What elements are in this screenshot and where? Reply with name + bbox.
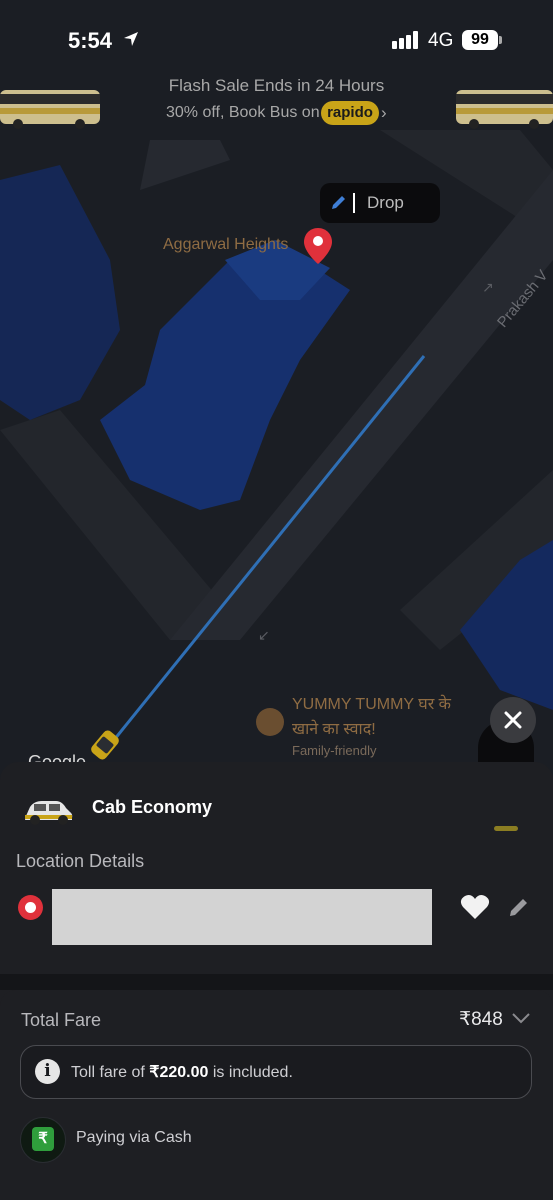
svg-text:↙: ↙ bbox=[258, 628, 270, 644]
location-address-field[interactable] bbox=[52, 889, 432, 945]
restaurant-label: YUMMY TUMMY घर के खाने का स्वाद! bbox=[292, 696, 451, 738]
rapido-logo: rapido bbox=[321, 101, 379, 125]
heart-icon[interactable] bbox=[460, 894, 490, 925]
toll-suffix: is included. bbox=[208, 1064, 293, 1081]
status-time: 5:54 bbox=[68, 28, 113, 53]
svg-text:↗: ↗ bbox=[482, 280, 494, 296]
pin-icon bbox=[303, 227, 333, 270]
cash-icon-glyph: ₹ bbox=[32, 1127, 54, 1151]
location-details-header: Location Details bbox=[16, 851, 145, 871]
close-button[interactable] bbox=[490, 697, 536, 743]
banner-chevron-icon: › bbox=[381, 103, 387, 122]
info-icon: i bbox=[35, 1059, 60, 1084]
banner-title: Flash Sale Ends in 24 Hours bbox=[168, 76, 385, 95]
edit-icon bbox=[330, 193, 348, 216]
drop-label: Drop bbox=[367, 193, 404, 212]
cursor-divider bbox=[353, 193, 355, 213]
location-marker-icon bbox=[18, 895, 43, 920]
promo-banner[interactable]: Flash Sale Ends in 24 Hours 30% off, Boo… bbox=[0, 60, 553, 132]
restaurant-icon bbox=[256, 708, 284, 736]
pencil-icon[interactable] bbox=[508, 896, 530, 923]
restaurant-tag: Family-friendly bbox=[292, 743, 377, 758]
ride-type-title: Cab Economy bbox=[92, 797, 213, 817]
drop-edit-button[interactable]: Drop bbox=[320, 183, 440, 223]
toll-prefix: Toll fare of bbox=[71, 1064, 150, 1081]
banner-subtitle: 30% off, Book Bus on bbox=[166, 104, 320, 121]
car-icon bbox=[25, 801, 73, 825]
close-icon bbox=[504, 711, 522, 729]
battery-level: 99 bbox=[462, 30, 498, 50]
ride-type-row[interactable] bbox=[0, 772, 553, 842]
battery-tip bbox=[499, 36, 502, 44]
signal-icon bbox=[392, 31, 420, 54]
network-type: 4G bbox=[428, 30, 454, 51]
location-arrow-icon bbox=[122, 30, 140, 53]
place-label-aggarwal: Aggarwal Heights bbox=[163, 236, 289, 253]
total-fare-label: Total Fare bbox=[21, 1010, 102, 1030]
section-divider bbox=[0, 974, 553, 990]
toll-info-text: Toll fare of ₹220.00 is included. bbox=[71, 1062, 293, 1082]
toll-amount: ₹220.00 bbox=[149, 1064, 209, 1081]
payment-method-text[interactable]: Paying via Cash bbox=[76, 1129, 192, 1147]
chevron-down-icon[interactable] bbox=[510, 1010, 532, 1031]
total-fare-amount[interactable]: ₹848 bbox=[459, 1008, 503, 1031]
ride-indicator bbox=[494, 826, 518, 831]
